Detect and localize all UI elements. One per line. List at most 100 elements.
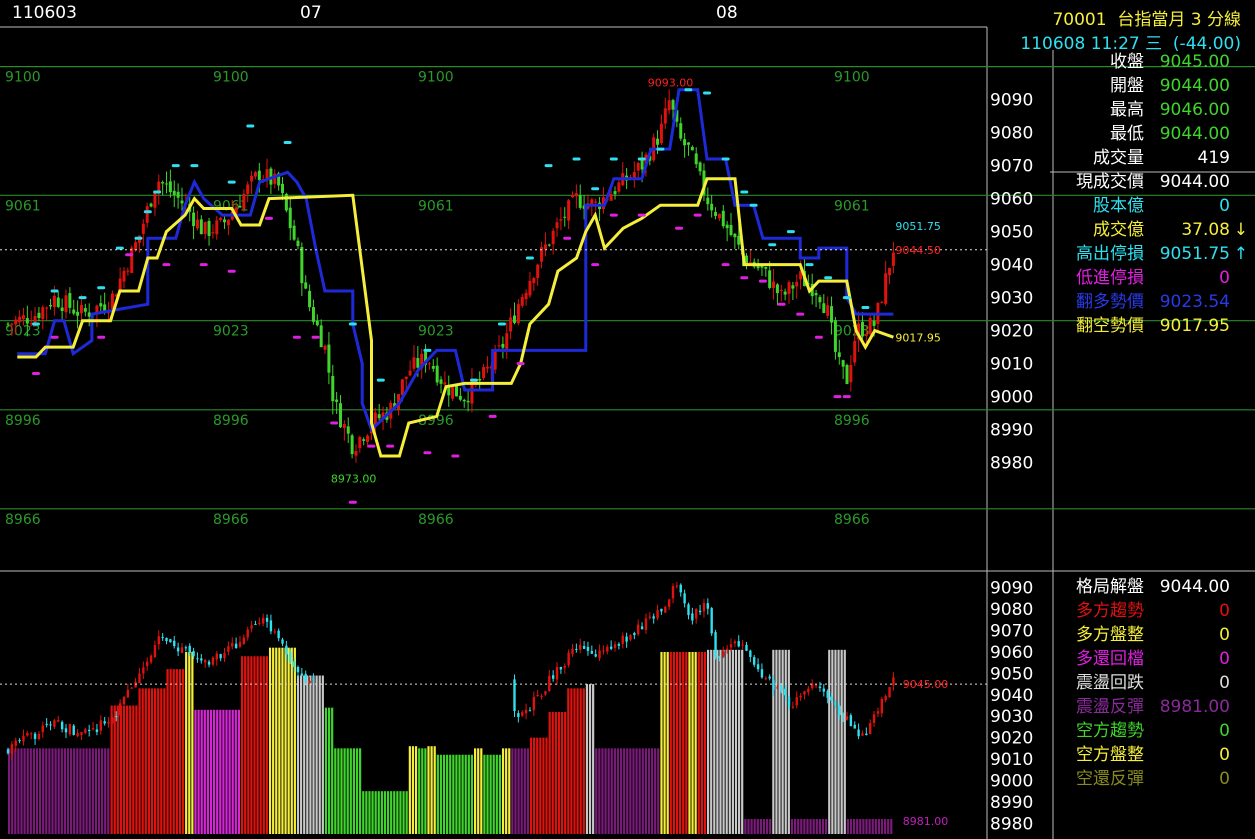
sub-candle-body bbox=[567, 652, 570, 666]
level-label: 8996 bbox=[213, 413, 249, 429]
sub-candle-body bbox=[33, 733, 37, 739]
quote-value: 419 bbox=[1197, 148, 1230, 168]
state-bar bbox=[759, 819, 762, 834]
stop-dot-low bbox=[796, 312, 805, 316]
sub-candle-body bbox=[776, 687, 779, 689]
quote-row: 翻多勢價 9023.54 bbox=[1058, 290, 1250, 314]
stop-dot-high bbox=[861, 306, 870, 309]
state-bar bbox=[576, 688, 579, 834]
sub-candle-body bbox=[563, 665, 566, 668]
candle-body bbox=[72, 309, 76, 314]
quote-row: 開盤 9044.00 bbox=[1058, 74, 1250, 98]
quote-value: 9017.95 bbox=[1159, 316, 1230, 336]
state-bar bbox=[666, 651, 669, 834]
candle-body bbox=[25, 318, 29, 324]
level-label: 8966 bbox=[213, 512, 249, 528]
state-bar bbox=[355, 748, 359, 834]
state-bar bbox=[663, 651, 666, 834]
sub-candle-body bbox=[621, 635, 624, 644]
sub-candle-body bbox=[134, 681, 137, 688]
state-bar bbox=[514, 748, 517, 834]
candle-body bbox=[130, 247, 134, 274]
candle-body bbox=[443, 382, 447, 385]
sub-candle-body bbox=[22, 736, 25, 742]
state-bar bbox=[287, 647, 290, 834]
sub-candle-body bbox=[234, 643, 238, 649]
sub-candle-body bbox=[312, 678, 315, 680]
sub-candle-body bbox=[691, 613, 694, 621]
state-bar bbox=[278, 647, 281, 834]
state-bar bbox=[887, 819, 890, 834]
sub-candle-body bbox=[72, 725, 75, 735]
state-bar bbox=[660, 651, 663, 834]
stop-dot-low bbox=[842, 395, 851, 399]
state-bar bbox=[97, 748, 101, 834]
sub-candle-body bbox=[540, 696, 543, 698]
stop-dot-high bbox=[842, 296, 851, 300]
state-bar bbox=[197, 709, 200, 834]
state-bar bbox=[206, 709, 209, 834]
stop-dot-low bbox=[591, 263, 600, 267]
stop-dot-low bbox=[311, 335, 320, 339]
state-bar bbox=[675, 651, 679, 834]
stop-dot-high bbox=[134, 236, 143, 240]
candle-body bbox=[76, 311, 80, 316]
sub-candle-body bbox=[625, 636, 628, 642]
quote-label: 現成交價 bbox=[1076, 172, 1144, 192]
state-bar bbox=[474, 748, 477, 834]
stop-dot-low bbox=[758, 279, 767, 283]
state-bar bbox=[588, 684, 592, 834]
state-bar bbox=[405, 791, 408, 834]
sub-candle-body bbox=[613, 644, 617, 648]
level-label: 8996 bbox=[5, 413, 41, 429]
state-bar bbox=[458, 754, 461, 834]
state-bar bbox=[20, 748, 23, 834]
candle-body bbox=[536, 264, 540, 278]
state-bar bbox=[554, 711, 557, 834]
state-bar bbox=[293, 647, 296, 834]
state-bar bbox=[601, 748, 604, 834]
candle-body bbox=[238, 205, 242, 208]
candle-body bbox=[574, 193, 578, 197]
sub-candle-body bbox=[49, 724, 52, 726]
state-bar bbox=[126, 705, 129, 834]
state-bar bbox=[874, 819, 877, 834]
pattern-label: 多方盤整 bbox=[1076, 625, 1144, 645]
state-bar bbox=[390, 791, 393, 834]
pattern-value: 0 bbox=[1219, 649, 1230, 669]
candle-body bbox=[319, 325, 323, 348]
pattern-value: 0 bbox=[1219, 601, 1230, 621]
sub-candle-body bbox=[165, 637, 168, 642]
quote-row: 成交量 419 bbox=[1058, 146, 1250, 170]
sub-candle-body bbox=[289, 652, 292, 663]
state-bar bbox=[48, 748, 51, 834]
state-bar bbox=[352, 748, 355, 834]
state-bar bbox=[234, 709, 237, 834]
candle-body bbox=[791, 285, 795, 289]
state-bar bbox=[582, 688, 585, 834]
state-bar bbox=[707, 649, 710, 834]
state-bar bbox=[104, 748, 107, 834]
state-bar bbox=[222, 709, 225, 834]
candle-body bbox=[192, 212, 196, 227]
state-bar bbox=[865, 819, 868, 834]
sub-candle-body bbox=[87, 729, 91, 732]
y-tick-label: 9020 bbox=[990, 322, 1033, 342]
state-bar bbox=[272, 647, 275, 834]
candle-body bbox=[779, 289, 783, 291]
state-bar bbox=[542, 737, 545, 834]
sub-candle-body bbox=[660, 608, 663, 612]
state-bar bbox=[557, 711, 561, 834]
candle-body bbox=[795, 281, 799, 287]
candle-body bbox=[350, 435, 354, 455]
stop-dot-low bbox=[637, 213, 646, 217]
pattern-label: 多方趨勢 bbox=[1076, 601, 1144, 621]
state-bar bbox=[160, 688, 163, 834]
state-bar bbox=[828, 649, 831, 834]
candle-body bbox=[594, 201, 598, 203]
state-bar bbox=[76, 748, 79, 834]
sub-candle-body bbox=[53, 720, 56, 727]
state-bar bbox=[694, 651, 697, 834]
sub-candle-body bbox=[555, 666, 559, 680]
state-bar bbox=[433, 746, 436, 834]
